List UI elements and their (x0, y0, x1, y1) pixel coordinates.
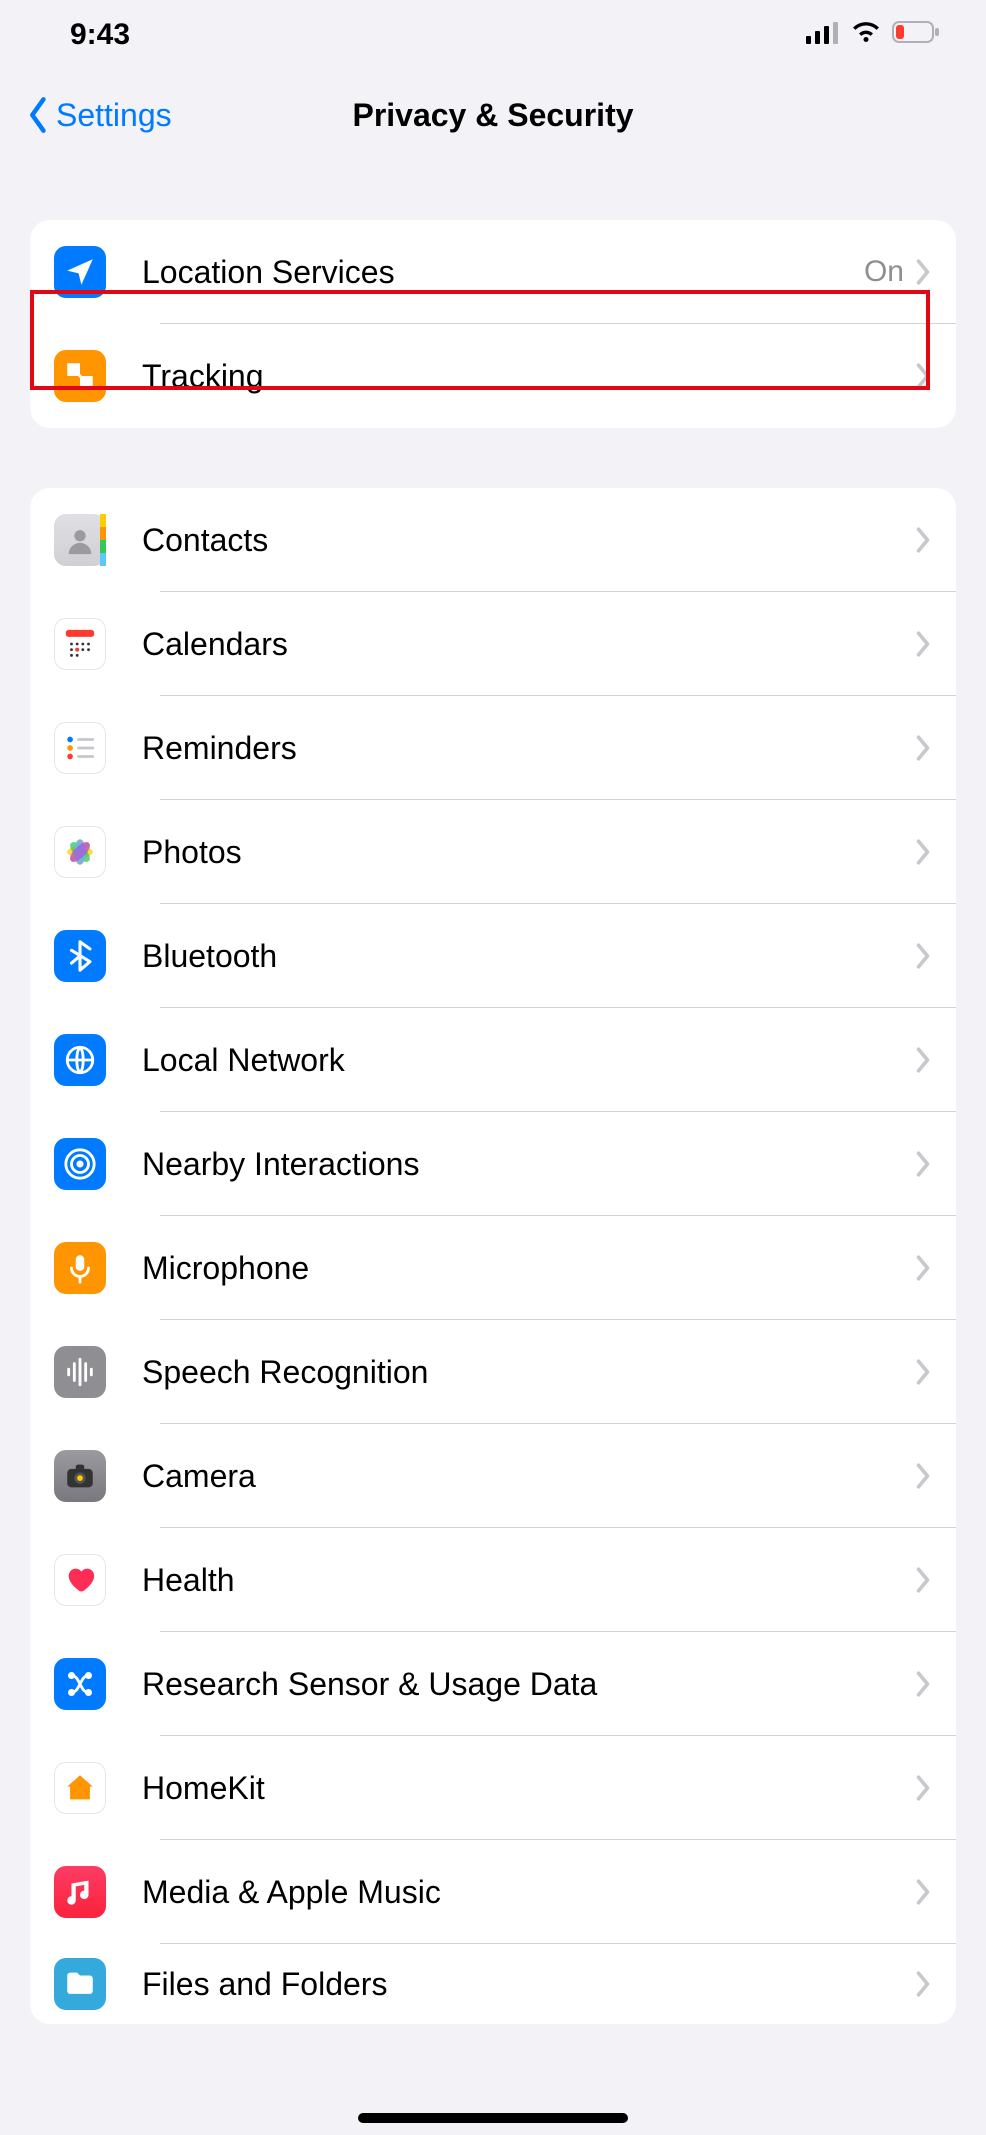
chevron-right-icon (914, 1970, 932, 1998)
row-location-services[interactable]: Location Services On (30, 220, 956, 324)
chevron-right-icon (914, 1254, 932, 1282)
chevron-right-icon (914, 734, 932, 762)
camera-icon (54, 1450, 106, 1502)
row-label: Files and Folders (142, 1966, 914, 2003)
row-label: HomeKit (142, 1770, 914, 1807)
page-title: Privacy & Security (0, 97, 986, 134)
research-icon (54, 1658, 106, 1710)
chevron-right-icon (914, 1670, 932, 1698)
row-calendars[interactable]: Calendars (30, 592, 956, 696)
row-photos[interactable]: Photos (30, 800, 956, 904)
row-label: Bluetooth (142, 938, 914, 975)
battery-low-icon (892, 18, 940, 52)
settings-group-1: Location Services On Tracking (30, 220, 956, 428)
row-label: Local Network (142, 1042, 914, 1079)
contacts-icon (54, 514, 106, 566)
row-label: Reminders (142, 730, 914, 767)
photos-icon (54, 826, 106, 878)
row-bluetooth[interactable]: Bluetooth (30, 904, 956, 1008)
row-health[interactable]: Health (30, 1528, 956, 1632)
cellular-icon (806, 18, 840, 52)
files-icon (54, 1958, 106, 2010)
chevron-right-icon (914, 1150, 932, 1178)
row-contacts[interactable]: Contacts (30, 488, 956, 592)
chevron-right-icon (914, 1046, 932, 1074)
row-nearby-interactions[interactable]: Nearby Interactions (30, 1112, 956, 1216)
home-indicator[interactable] (358, 2113, 628, 2123)
row-label: Contacts (142, 522, 914, 559)
row-media[interactable]: Media & Apple Music (30, 1840, 956, 1944)
row-label: Calendars (142, 626, 914, 663)
row-label: Research Sensor & Usage Data (142, 1666, 914, 1703)
row-microphone[interactable]: Microphone (30, 1216, 956, 1320)
chevron-right-icon (914, 1878, 932, 1906)
chevron-right-icon (914, 1566, 932, 1594)
status-bar: 9:43 (0, 0, 986, 70)
calendars-icon (54, 618, 106, 670)
row-research[interactable]: Research Sensor & Usage Data (30, 1632, 956, 1736)
row-files-folders[interactable]: Files and Folders (30, 1944, 956, 2024)
status-right (806, 18, 940, 52)
settings-group-2: Contacts Calendars Reminders Photos Blue… (30, 488, 956, 2024)
row-label: Health (142, 1562, 914, 1599)
status-time: 9:43 (70, 18, 130, 52)
row-detail: On (864, 255, 904, 289)
chevron-right-icon (914, 1358, 932, 1386)
row-reminders[interactable]: Reminders (30, 696, 956, 800)
row-label: Tracking (142, 358, 914, 395)
chevron-right-icon (914, 838, 932, 866)
row-camera[interactable]: Camera (30, 1424, 956, 1528)
wifi-icon (850, 18, 882, 52)
chevron-right-icon (914, 526, 932, 554)
bluetooth-icon (54, 930, 106, 982)
speech-icon (54, 1346, 106, 1398)
chevron-right-icon (914, 1462, 932, 1490)
homekit-icon (54, 1762, 106, 1814)
microphone-icon (54, 1242, 106, 1294)
row-label: Photos (142, 834, 914, 871)
chevron-right-icon (914, 1774, 932, 1802)
chevron-right-icon (914, 942, 932, 970)
location-icon (54, 246, 106, 298)
row-tracking[interactable]: Tracking (30, 324, 956, 428)
nearby-icon (54, 1138, 106, 1190)
row-local-network[interactable]: Local Network (30, 1008, 956, 1112)
health-icon (54, 1554, 106, 1606)
reminders-icon (54, 722, 106, 774)
row-label: Media & Apple Music (142, 1874, 914, 1911)
globe-icon (54, 1034, 106, 1086)
row-homekit[interactable]: HomeKit (30, 1736, 956, 1840)
row-label: Nearby Interactions (142, 1146, 914, 1183)
row-label: Microphone (142, 1250, 914, 1287)
media-icon (54, 1866, 106, 1918)
row-label: Speech Recognition (142, 1354, 914, 1391)
row-label: Camera (142, 1458, 914, 1495)
nav-bar: Settings Privacy & Security (0, 70, 986, 160)
chevron-right-icon (914, 630, 932, 658)
chevron-right-icon (914, 258, 932, 286)
row-speech-recognition[interactable]: Speech Recognition (30, 1320, 956, 1424)
chevron-right-icon (914, 362, 932, 390)
tracking-icon (54, 350, 106, 402)
row-label: Location Services (142, 254, 864, 291)
